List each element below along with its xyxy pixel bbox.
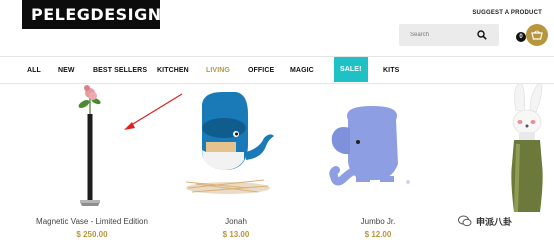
- rabbit-stopper-image[interactable]: [500, 84, 554, 212]
- watermark-text: 申派八卦: [476, 216, 513, 227]
- search-box[interactable]: [399, 24, 499, 46]
- nav-item-office[interactable]: OFFICE: [248, 57, 274, 83]
- suggest-product-link[interactable]: SUGGEST A PRODUCT: [472, 10, 542, 16]
- wechat-watermark: 申派八卦: [458, 214, 512, 228]
- registered-mark: ®: [162, 5, 174, 16]
- wechat-icon: [458, 215, 472, 227]
- search-input[interactable]: [410, 32, 472, 38]
- product-price: $ 250.00: [76, 230, 108, 239]
- cart-button[interactable]: [526, 24, 548, 46]
- category-nav: ALL NEW BEST SELLERS KITCHEN LIVING OFFI…: [0, 57, 554, 83]
- basket-icon: [531, 30, 543, 40]
- red-arrow-annotation: [124, 93, 183, 130]
- nav-item-all[interactable]: ALL: [27, 57, 41, 83]
- product-name[interactable]: Jumbo Jr.: [328, 217, 428, 226]
- nav-item-kitchen[interactable]: KITCHEN: [157, 57, 189, 83]
- nav-item-kits[interactable]: KITS: [383, 57, 399, 83]
- nav-item-best-sellers[interactable]: BEST SELLERS: [93, 57, 147, 83]
- nav-item-living[interactable]: LIVING: [206, 57, 230, 83]
- magnetic-vase-image[interactable]: [60, 84, 120, 212]
- brand-logo[interactable]: PELEGDESIGN ®: [22, 0, 173, 29]
- cart-count-badge: 0: [516, 32, 526, 42]
- product-price: $ 13.00: [222, 230, 250, 239]
- nav-item-new[interactable]: NEW: [58, 57, 75, 83]
- search-icon[interactable]: [477, 30, 487, 40]
- nav-item-magic[interactable]: MAGIC: [290, 57, 314, 83]
- logo-text: PELEGDESIGN: [31, 5, 162, 24]
- jumbo-jr-image[interactable]: [322, 84, 422, 212]
- jonah-whale-image[interactable]: [178, 84, 278, 212]
- nav-item-sale[interactable]: SALE!: [334, 57, 368, 82]
- product-name[interactable]: Magnetic Vase - Limited Edition: [22, 217, 162, 226]
- product-price: $ 12.00: [364, 230, 392, 239]
- product-name[interactable]: Jonah: [186, 217, 286, 226]
